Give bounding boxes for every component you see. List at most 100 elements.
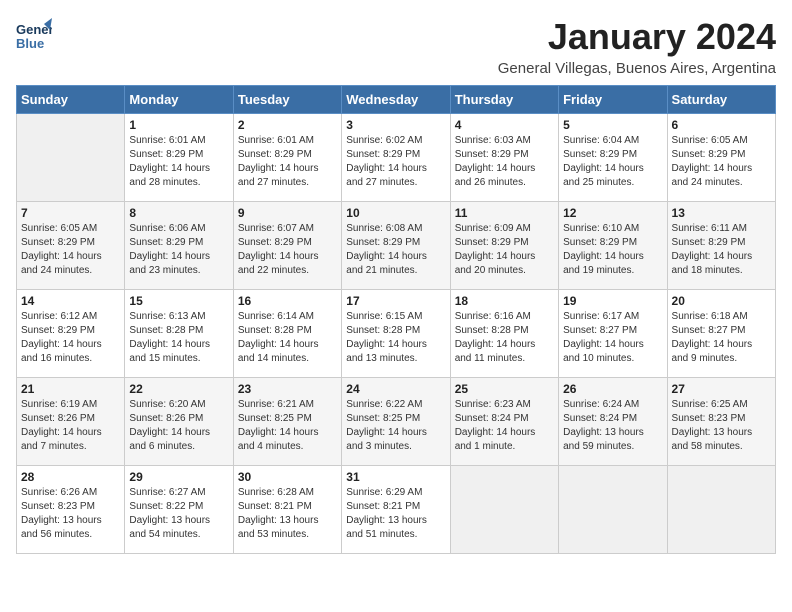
calendar-cell: 29 Sunrise: 6:27 AMSunset: 8:22 PMDayligh… <box>125 466 233 554</box>
weekday-header: Wednesday <box>342 86 450 114</box>
day-number: 24 <box>346 382 445 396</box>
day-info: Sunrise: 6:03 AMSunset: 8:29 PMDaylight:… <box>455 134 554 190</box>
day-info: Sunrise: 6:26 AMSunset: 8:23 PMDaylight:… <box>21 486 120 542</box>
day-number: 22 <box>129 382 228 396</box>
calendar-cell: 24 Sunrise: 6:22 AMSunset: 8:25 PMDayligh… <box>342 378 450 466</box>
calendar-cell: 14 Sunrise: 6:12 AMSunset: 8:29 PMDayligh… <box>17 290 125 378</box>
day-info: Sunrise: 6:08 AMSunset: 8:29 PMDaylight:… <box>346 222 445 278</box>
calendar-cell: 17 Sunrise: 6:15 AMSunset: 8:28 PMDayligh… <box>342 290 450 378</box>
day-info: Sunrise: 6:17 AMSunset: 8:27 PMDaylight:… <box>563 310 662 366</box>
weekday-header: Monday <box>125 86 233 114</box>
calendar-week-row: 14 Sunrise: 6:12 AMSunset: 8:29 PMDayligh… <box>17 290 776 378</box>
day-info: Sunrise: 6:05 AMSunset: 8:29 PMDaylight:… <box>672 134 771 190</box>
day-info: Sunrise: 6:16 AMSunset: 8:28 PMDaylight:… <box>455 310 554 366</box>
page-header: General Blue January 2024 General Villeg… <box>16 16 776 77</box>
day-number: 27 <box>672 382 771 396</box>
day-number: 17 <box>346 294 445 308</box>
day-number: 30 <box>238 470 337 484</box>
day-info: Sunrise: 6:28 AMSunset: 8:21 PMDaylight:… <box>238 486 337 542</box>
calendar-cell: 19 Sunrise: 6:17 AMSunset: 8:27 PMDayligh… <box>559 290 667 378</box>
day-number: 29 <box>129 470 228 484</box>
day-number: 7 <box>21 206 120 220</box>
day-info: Sunrise: 6:09 AMSunset: 8:29 PMDaylight:… <box>455 222 554 278</box>
calendar-cell: 9 Sunrise: 6:07 AMSunset: 8:29 PMDaylight… <box>233 202 341 290</box>
calendar-week-row: 21 Sunrise: 6:19 AMSunset: 8:26 PMDayligh… <box>17 378 776 466</box>
day-number: 3 <box>346 118 445 132</box>
calendar-title: January 2024 <box>498 16 776 58</box>
calendar-cell: 20Sunrise: 6:18 AMSunset: 8:27 PMDayligh… <box>667 290 775 378</box>
day-info: Sunrise: 6:10 AMSunset: 8:29 PMDaylight:… <box>563 222 662 278</box>
day-number: 19 <box>563 294 662 308</box>
day-number: 11 <box>455 206 554 220</box>
calendar-cell: 3Sunrise: 6:02 AMSunset: 8:29 PMDaylight… <box>342 114 450 202</box>
day-number: 21 <box>21 382 120 396</box>
calendar-cell: 6 Sunrise: 6:05 AMSunset: 8:29 PMDaylight… <box>667 114 775 202</box>
day-info: Sunrise: 6:14 AMSunset: 8:28 PMDaylight:… <box>238 310 337 366</box>
day-number: 23 <box>238 382 337 396</box>
calendar-cell: 18 Sunrise: 6:16 AMSunset: 8:28 PMDayligh… <box>450 290 558 378</box>
day-number: 14 <box>21 294 120 308</box>
calendar-cell <box>450 466 558 554</box>
day-number: 15 <box>129 294 228 308</box>
calendar-cell: 13 Sunrise: 6:11 AMSunset: 8:29 PMDayligh… <box>667 202 775 290</box>
calendar-cell: 12 Sunrise: 6:10 AMSunset: 8:29 PMDayligh… <box>559 202 667 290</box>
day-number: 2 <box>238 118 337 132</box>
day-number: 8 <box>129 206 228 220</box>
day-info: Sunrise: 6:29 AMSunset: 8:21 PMDaylight:… <box>346 486 445 542</box>
day-number: 10 <box>346 206 445 220</box>
calendar-cell: 7 Sunrise: 6:05 AMSunset: 8:29 PMDaylight… <box>17 202 125 290</box>
day-info: Sunrise: 6:22 AMSunset: 8:25 PMDaylight:… <box>346 398 445 454</box>
calendar-cell <box>17 114 125 202</box>
weekday-header-row: SundayMondayTuesdayWednesdayThursdayFrid… <box>17 86 776 114</box>
calendar-week-row: 1 Sunrise: 6:01 AMSunset: 8:29 PMDaylight… <box>17 114 776 202</box>
day-info: Sunrise: 6:06 AMSunset: 8:29 PMDaylight:… <box>129 222 228 278</box>
calendar-cell <box>559 466 667 554</box>
day-info: Sunrise: 6:13 AMSunset: 8:28 PMDaylight:… <box>129 310 228 366</box>
day-number: 9 <box>238 206 337 220</box>
calendar-cell: 23 Sunrise: 6:21 AMSunset: 8:25 PMDayligh… <box>233 378 341 466</box>
day-info: Sunrise: 6:27 AMSunset: 8:22 PMDaylight:… <box>129 486 228 542</box>
day-info: Sunrise: 6:05 AMSunset: 8:29 PMDaylight:… <box>21 222 120 278</box>
calendar-cell: 31Sunrise: 6:29 AMSunset: 8:21 PMDayligh… <box>342 466 450 554</box>
day-info: Sunrise: 6:12 AMSunset: 8:29 PMDaylight:… <box>21 310 120 366</box>
day-number: 18 <box>455 294 554 308</box>
calendar-cell <box>667 466 775 554</box>
day-info: Sunrise: 6:19 AMSunset: 8:26 PMDaylight:… <box>21 398 120 454</box>
day-info: Sunrise: 6:01 AMSunset: 8:29 PMDaylight:… <box>238 134 337 190</box>
calendar-cell: 16Sunrise: 6:14 AMSunset: 8:28 PMDayligh… <box>233 290 341 378</box>
svg-text:Blue: Blue <box>16 36 44 51</box>
calendar-subtitle: General Villegas, Buenos Aires, Argentin… <box>498 60 776 77</box>
calendar-cell: 11 Sunrise: 6:09 AMSunset: 8:29 PMDayligh… <box>450 202 558 290</box>
day-number: 13 <box>672 206 771 220</box>
title-area: January 2024 General Villegas, Buenos Ai… <box>498 16 776 77</box>
weekday-header: Saturday <box>667 86 775 114</box>
day-info: Sunrise: 6:04 AMSunset: 8:29 PMDaylight:… <box>563 134 662 190</box>
day-number: 4 <box>455 118 554 132</box>
day-info: Sunrise: 6:11 AMSunset: 8:29 PMDaylight:… <box>672 222 771 278</box>
calendar-cell: 22Sunrise: 6:20 AMSunset: 8:26 PMDayligh… <box>125 378 233 466</box>
weekday-header: Friday <box>559 86 667 114</box>
calendar-cell: 21 Sunrise: 6:19 AMSunset: 8:26 PMDayligh… <box>17 378 125 466</box>
logo: General Blue <box>16 16 56 52</box>
day-number: 12 <box>563 206 662 220</box>
day-info: Sunrise: 6:21 AMSunset: 8:25 PMDaylight:… <box>238 398 337 454</box>
day-number: 28 <box>21 470 120 484</box>
calendar-week-row: 7 Sunrise: 6:05 AMSunset: 8:29 PMDaylight… <box>17 202 776 290</box>
calendar-cell: 2 Sunrise: 6:01 AMSunset: 8:29 PMDaylight… <box>233 114 341 202</box>
calendar-cell: 15 Sunrise: 6:13 AMSunset: 8:28 PMDayligh… <box>125 290 233 378</box>
weekday-header: Thursday <box>450 86 558 114</box>
day-number: 6 <box>672 118 771 132</box>
day-info: Sunrise: 6:07 AMSunset: 8:29 PMDaylight:… <box>238 222 337 278</box>
weekday-header: Tuesday <box>233 86 341 114</box>
calendar-table: SundayMondayTuesdayWednesdayThursdayFrid… <box>16 85 776 554</box>
day-number: 1 <box>129 118 228 132</box>
calendar-cell: 30 Sunrise: 6:28 AMSunset: 8:21 PMDayligh… <box>233 466 341 554</box>
day-info: Sunrise: 6:15 AMSunset: 8:28 PMDaylight:… <box>346 310 445 366</box>
calendar-cell: 10 Sunrise: 6:08 AMSunset: 8:29 PMDayligh… <box>342 202 450 290</box>
calendar-cell: 27Sunrise: 6:25 AMSunset: 8:23 PMDayligh… <box>667 378 775 466</box>
day-info: Sunrise: 6:23 AMSunset: 8:24 PMDaylight:… <box>455 398 554 454</box>
day-number: 26 <box>563 382 662 396</box>
day-info: Sunrise: 6:24 AMSunset: 8:24 PMDaylight:… <box>563 398 662 454</box>
day-number: 25 <box>455 382 554 396</box>
weekday-header: Sunday <box>17 86 125 114</box>
